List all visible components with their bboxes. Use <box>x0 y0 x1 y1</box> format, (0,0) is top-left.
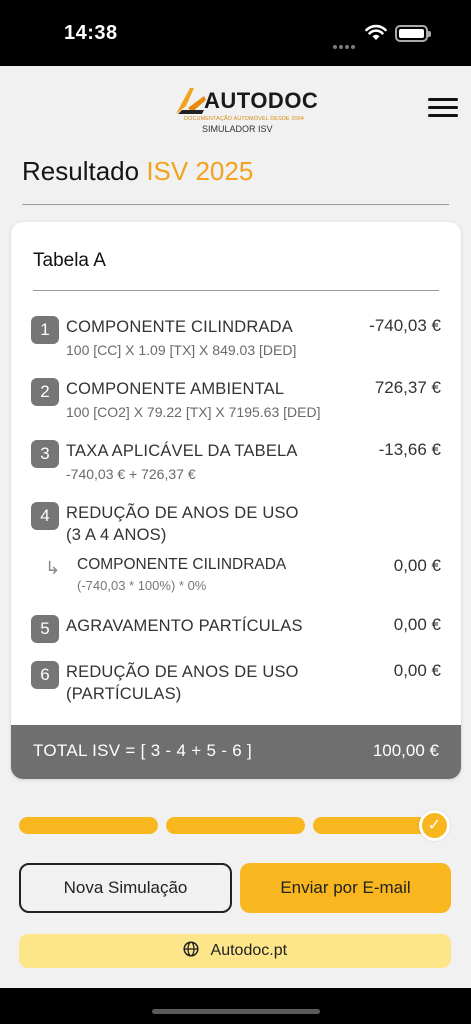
row-value: 0,00 € <box>393 615 441 634</box>
row-value: 0,00 € <box>393 661 441 680</box>
app-screen: AUTODOC DOCUMENTAÇÃO AUTOMÓVEL DESDE 200… <box>0 66 471 988</box>
card-title: Tabela A <box>33 250 106 271</box>
autodoc-logo: AUTODOC DOCUMENTAÇÃO AUTOMÓVEL DESDE 200… <box>174 80 318 134</box>
status-time: 14:38 <box>64 22 118 44</box>
row-label-line-1: REDUÇÃO DE ANOS DE USO <box>66 663 299 681</box>
step-number-badge: 6 <box>31 661 59 689</box>
globe-icon <box>183 941 199 957</box>
home-indicator[interactable] <box>152 1009 320 1014</box>
row-value: 726,37 € <box>374 378 441 397</box>
title-divider <box>22 204 449 205</box>
logo-subtitle: SIMULADOR ISV <box>202 124 273 134</box>
check-icon: ✓ <box>419 810 450 841</box>
logo-mark-icon <box>176 88 206 114</box>
page-title: Resultado ISV 2025 <box>22 156 253 187</box>
total-label: TOTAL ISV = [ 3 - 4 + 5 - 6 ] <box>33 741 253 760</box>
autodoc-site-link[interactable]: Autodoc.pt <box>19 934 451 968</box>
progress-step-2 <box>166 817 305 834</box>
subrow-label: COMPONENTE CILINDRADA <box>77 556 287 573</box>
subrow-formula: (-740,03 * 100%) * 0% <box>77 578 207 593</box>
step-number-badge: 4 <box>31 502 59 530</box>
row-value: -740,03 € <box>369 316 441 335</box>
new-simulation-button[interactable]: Nova Simulação <box>19 863 232 913</box>
row-label-line-2: (PARTÍCULAS) <box>66 685 182 703</box>
home-bar-area <box>0 988 471 1024</box>
card-divider <box>33 290 439 291</box>
total-bar: TOTAL ISV = [ 3 - 4 + 5 - 6 ] 100,00 € <box>11 725 461 779</box>
row-label: REDUÇÃO DE ANOS DE USO (3 A 4 ANOS) <box>66 502 299 546</box>
cellular-dots-icon <box>333 36 359 49</box>
row-formula: -740,03 € + 726,37 € <box>66 466 196 482</box>
wifi-icon <box>365 24 387 40</box>
hamburger-icon <box>428 98 458 101</box>
row-label: COMPONENTE CILINDRADA <box>66 318 293 336</box>
page-title-accent: ISV 2025 <box>146 156 254 186</box>
row-label-line-2: (3 A 4 ANOS) <box>66 526 167 544</box>
row-label: REDUÇÃO DE ANOS DE USO (PARTÍCULAS) <box>66 661 299 705</box>
progress-step-3 <box>313 817 433 834</box>
status-bar: 14:38 <box>0 0 471 66</box>
progress-step-1 <box>19 817 158 834</box>
send-email-button[interactable]: Enviar por E-mail <box>240 863 451 913</box>
row-label: TAXA APLICÁVEL DA TABELA <box>66 442 298 460</box>
row-value: -13,66 € <box>378 440 441 459</box>
total-value: 100,00 € <box>372 741 439 760</box>
step-number-badge: 3 <box>31 440 59 468</box>
subrow-value: 0,00 € <box>393 556 441 575</box>
step-number-badge: 2 <box>31 378 59 406</box>
site-link-label: Autodoc.pt <box>210 942 288 959</box>
step-number-badge: 5 <box>31 615 59 643</box>
battery-icon <box>395 25 431 42</box>
row-label: AGRAVAMENTO PARTÍCULAS <box>66 617 303 635</box>
step-number-badge: 1 <box>31 316 59 344</box>
row-formula: 100 [CO2] X 79.22 [TX] X 7195.63 [DED] <box>66 404 321 420</box>
menu-button[interactable] <box>428 98 458 120</box>
row-label-line-1: REDUÇÃO DE ANOS DE USO <box>66 504 299 522</box>
result-card: Tabela A 1 COMPONENTE CILINDRADA 100 [CC… <box>11 222 461 779</box>
sub-arrow-icon: ↳ <box>45 558 61 578</box>
row-label: COMPONENTE AMBIENTAL <box>66 380 285 398</box>
page-title-main: Resultado <box>22 156 140 186</box>
logo-text: AUTODOC <box>204 88 319 113</box>
row-formula: 100 [CC] X 1.09 [TX] X 849.03 [DED] <box>66 342 297 358</box>
logo-tagline: DOCUMENTAÇÃO AUTOMÓVEL DESDE 2004 <box>184 116 304 122</box>
